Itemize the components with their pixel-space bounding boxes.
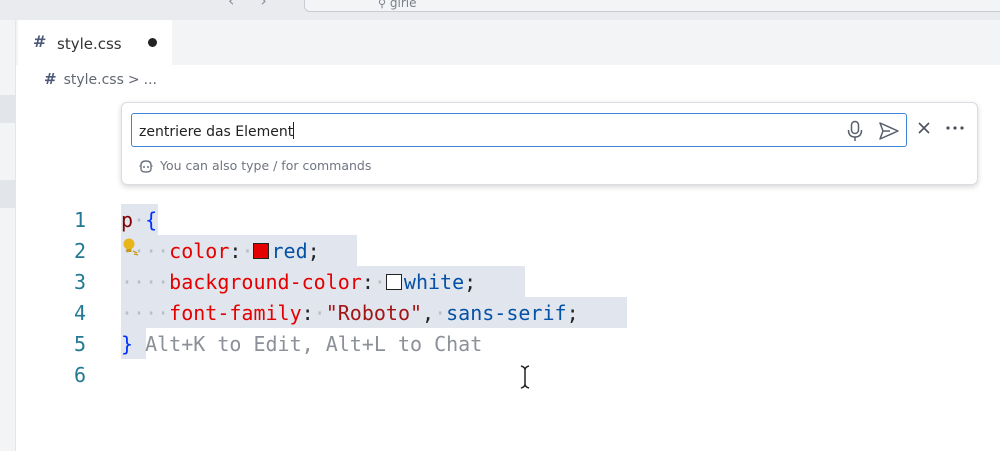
css-property: font-family (169, 301, 302, 325)
css-file-icon: # (33, 32, 47, 51)
chat-input-value[interactable]: zentriere das Element (139, 122, 295, 140)
css-property: background-color (169, 270, 362, 294)
code-editor[interactable]: 1 2 3 4 5 6 p·{ ····color:· red; ····back… (0, 203, 1000, 403)
microphone-icon[interactable] (846, 120, 864, 142)
chat-input[interactable]: zentriere das Element (131, 113, 907, 147)
unsaved-dot-icon[interactable] (148, 38, 157, 47)
search-icon: ⚲ (378, 0, 387, 10)
code-line-5[interactable]: } Alt+K to Edit, Alt+L to Chat (121, 329, 482, 360)
code-line-3[interactable]: ····background-color:· white; (121, 267, 476, 298)
close-icon[interactable] (915, 119, 933, 137)
command-center-label: ⚲ girie (378, 0, 417, 10)
chat-hint: You can also type / for commands (160, 158, 372, 173)
ghost-hint-text: Alt+K to Edit, Alt+L to Chat (145, 332, 483, 356)
css-string: "Roboto" (325, 301, 423, 325)
breadcrumb-file[interactable]: style.css (64, 72, 124, 88)
css-value: sans-serif (446, 301, 567, 325)
breadcrumb-separator: > (127, 72, 140, 88)
color-swatch-red[interactable] (253, 243, 270, 259)
close-brace: } (121, 332, 134, 356)
chevron-right-icon[interactable]: › (260, 0, 292, 10)
breadcrumb-more[interactable]: ... (144, 72, 157, 88)
line-number: 5 (73, 332, 86, 356)
code-line-2[interactable]: ····color:· red; (121, 236, 320, 267)
text-caret (293, 122, 295, 139)
code-line-1[interactable]: p·{ (121, 205, 157, 236)
chevron-left-icon[interactable]: ‹ (228, 0, 260, 10)
ibeam-cursor-icon (520, 365, 530, 389)
activity-highlight (0, 95, 15, 123)
css-selector: p (121, 208, 134, 232)
inline-chat-widget: zentriere das Element You can also type … (121, 102, 978, 185)
css-property: color (169, 239, 230, 263)
open-brace: { (145, 208, 158, 232)
line-number: 1 (73, 208, 86, 232)
tab-label: style.css (57, 35, 122, 53)
nav-arrows: ‹› (228, 0, 293, 10)
send-icon[interactable] (878, 121, 900, 141)
breadcrumb: # style.css >... (44, 70, 157, 88)
copilot-icon (139, 160, 153, 173)
css-value: red (271, 239, 308, 263)
css-file-icon: # (44, 70, 57, 88)
line-number: 6 (73, 363, 86, 387)
tab-style-css[interactable]: # style.css (18, 20, 172, 65)
line-number: 2 (73, 239, 86, 263)
more-icon[interactable] (944, 119, 966, 137)
line-number: 4 (73, 301, 86, 325)
color-swatch-white[interactable] (385, 274, 402, 290)
code-line-4[interactable]: ····font-family:·"Roboto",·sans-serif; (121, 298, 579, 329)
line-number: 3 (73, 270, 86, 294)
css-value: white (403, 270, 465, 294)
lightbulb-icon[interactable] (121, 237, 139, 257)
